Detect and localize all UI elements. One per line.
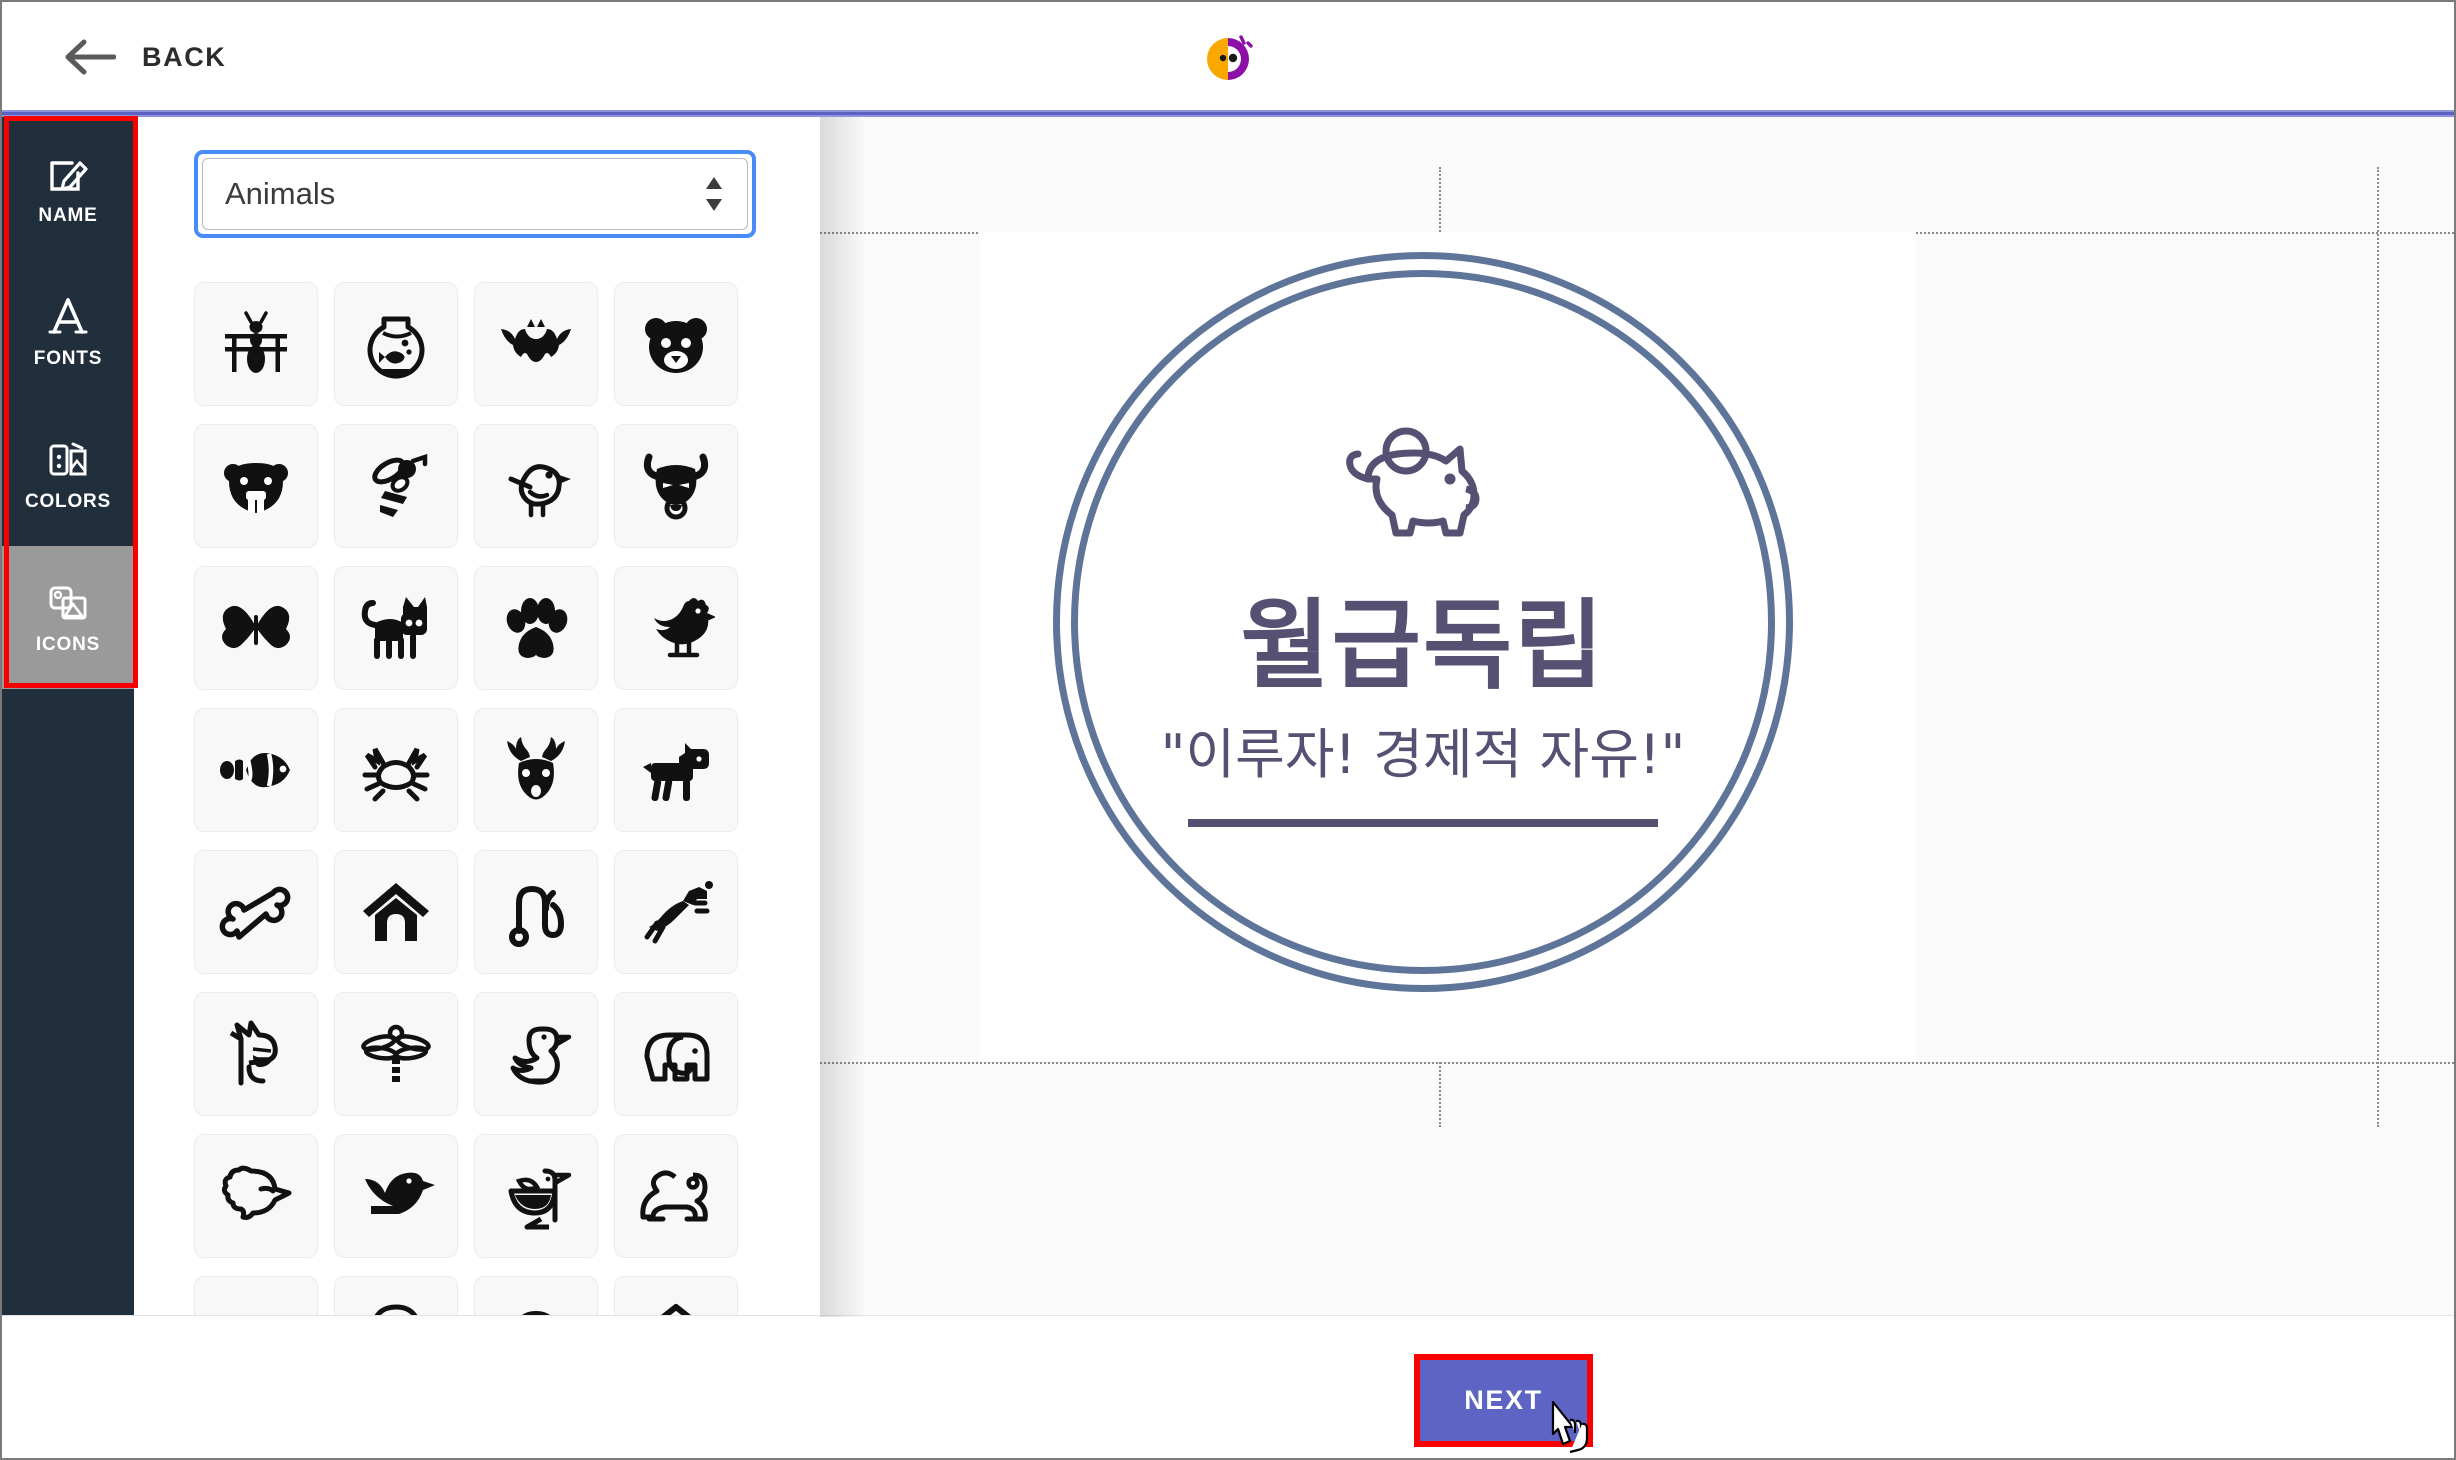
icon-category-select[interactable]: Animals — [202, 158, 748, 230]
frog-icon — [637, 1157, 715, 1235]
icon-cell-deer[interactable] — [474, 708, 598, 832]
header-divider — [2, 110, 2454, 117]
sidebar-item-label: COLORS — [24, 490, 112, 512]
icon-cell-bear[interactable] — [614, 282, 738, 406]
icon-cell-dragon[interactable] — [194, 992, 318, 1116]
letter-a-icon — [46, 294, 90, 338]
sidebar-item-label: NAME — [38, 204, 98, 226]
icon-cell-dog-leash[interactable] — [474, 850, 598, 974]
icon-cell-dog-bone[interactable] — [194, 850, 318, 974]
icon-cell-beaver[interactable] — [194, 424, 318, 548]
logo-title-text: 월급독립 — [1240, 588, 1606, 702]
dragonfly-icon — [357, 1015, 435, 1093]
sidebar-item-name[interactable]: NAME — [2, 117, 134, 260]
icon-cell-bull[interactable] — [614, 424, 738, 548]
logo-preview-stage: 월급독립 "이루자! 경제적 자유!" — [820, 117, 2454, 1317]
icon-cell-dragonfly[interactable] — [334, 992, 458, 1116]
bird-logo-icon[interactable] — [1197, 28, 1259, 90]
icon-cell-clownfish[interactable] — [194, 708, 318, 832]
icon-cell-pelican[interactable] — [474, 1134, 598, 1258]
sidebar-item-fonts[interactable]: FONTS — [2, 260, 134, 403]
icon-cell-dog-jumping[interactable] — [614, 850, 738, 974]
icon-cell-gorilla[interactable] — [474, 1276, 598, 1317]
dragon-icon — [217, 1015, 295, 1093]
bird-icon — [497, 447, 575, 525]
sidebar-item-colors[interactable]: COLORS — [2, 403, 134, 546]
icon-category-value: Animals — [225, 176, 336, 211]
tool-sidebar: NAME FONTS COLORS ICONS — [2, 117, 134, 1332]
icon-cell-chicken[interactable] — [614, 566, 738, 690]
image-picture-icon — [46, 580, 90, 624]
logo-underline-bar — [1188, 819, 1658, 828]
icon-cell-butterfly[interactable] — [194, 566, 318, 690]
icon-cell-crab[interactable] — [334, 708, 458, 832]
dog-house-icon — [357, 873, 435, 951]
flying-bird-icon — [357, 1157, 435, 1235]
dog-leash-icon — [497, 873, 575, 951]
icon-cell-fishbowl[interactable] — [334, 282, 458, 406]
icon-cell-ant[interactable] — [194, 282, 318, 406]
bear-icon — [637, 305, 715, 383]
icon-cell-paw-print[interactable] — [474, 566, 598, 690]
app-header: BACK — [2, 2, 2454, 117]
bat-icon — [497, 305, 575, 383]
butterfly-icon — [217, 589, 295, 667]
cat-icon — [357, 589, 435, 667]
icon-cell-barn[interactable] — [614, 1276, 738, 1317]
ant-icon — [217, 305, 295, 383]
icon-cell-flying-bird[interactable] — [334, 1134, 458, 1258]
pelican-icon — [497, 1157, 575, 1235]
guide-line-bottom — [820, 1062, 2454, 1064]
icon-cell-eagle[interactable] — [194, 1134, 318, 1258]
dog-icon — [637, 731, 715, 809]
icon-picker-panel: Animals — [134, 117, 820, 1317]
chevron-updown-icon — [703, 174, 725, 214]
logo-content: 월급독립 "이루자! 경제적 자유!" — [1053, 252, 1793, 992]
bee-icon — [357, 447, 435, 525]
icon-cell-egg-head[interactable] — [334, 1276, 458, 1317]
icon-category-select-wrapper: Animals — [194, 150, 756, 238]
logo-canvas[interactable]: 월급독립 "이루자! 경제적 자유!" — [980, 232, 1916, 1062]
paw-print-icon — [497, 589, 575, 667]
icon-cell-dog-house[interactable] — [334, 850, 458, 974]
back-button-label: BACK — [142, 41, 227, 72]
elephant-icon — [637, 1015, 715, 1093]
eagle-icon — [217, 1157, 295, 1235]
icon-cell-fox[interactable] — [194, 1276, 318, 1317]
sidebar-item-label: FONTS — [33, 347, 103, 369]
icon-cell-bird[interactable] — [474, 424, 598, 548]
clownfish-icon — [217, 731, 295, 809]
arrow-left-icon — [64, 38, 117, 76]
beaver-icon — [217, 447, 295, 525]
color-palette-icon — [46, 437, 90, 481]
chicken-icon — [637, 589, 715, 667]
piggy-bank-icon — [1334, 417, 1512, 565]
dog-bone-icon — [217, 873, 295, 951]
fishbowl-icon — [357, 305, 435, 383]
guide-line-right — [2377, 167, 2379, 1127]
icon-cell-cat[interactable] — [334, 566, 458, 690]
icon-cell-duck[interactable] — [474, 992, 598, 1116]
duck-icon — [497, 1015, 575, 1093]
edit-pencil-icon — [46, 151, 90, 195]
sidebar-item-icons[interactable]: ICONS — [2, 546, 134, 689]
icon-cell-elephant[interactable] — [614, 992, 738, 1116]
logo-maker-window: BACK NAME FONTS COLORS ICONS Animals 월급독… — [0, 0, 2456, 1460]
deer-icon — [497, 731, 575, 809]
logo-tagline-text: "이루자! 경제적 자유!" — [1160, 723, 1686, 787]
logo-artwork[interactable]: 월급독립 "이루자! 경제적 자유!" — [1053, 252, 1843, 1042]
icon-cell-bat[interactable] — [474, 282, 598, 406]
crab-icon — [357, 731, 435, 809]
bull-icon — [637, 447, 715, 525]
next-button[interactable]: NEXT — [1420, 1360, 1587, 1441]
icon-cell-frog[interactable] — [614, 1134, 738, 1258]
sidebar-item-label: ICONS — [35, 633, 101, 655]
dog-jumping-icon — [637, 873, 715, 951]
icon-cell-bee[interactable] — [334, 424, 458, 548]
back-button[interactable]: BACK — [64, 38, 226, 76]
app-footer — [2, 1315, 2454, 1458]
icon-grid — [194, 282, 764, 1317]
icon-cell-dog[interactable] — [614, 708, 738, 832]
